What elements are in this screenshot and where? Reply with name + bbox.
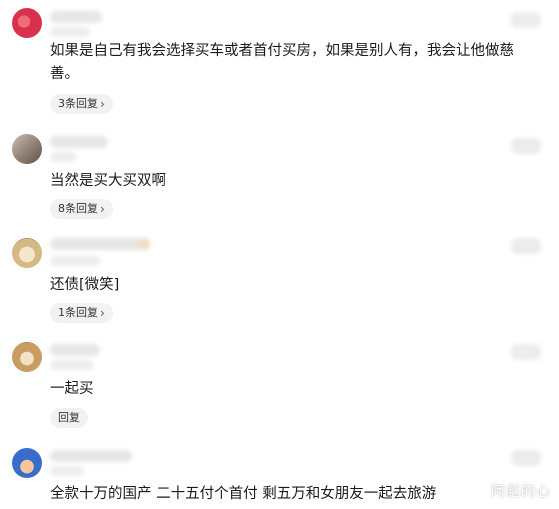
username-blurred[interactable] <box>50 238 150 250</box>
reply-button[interactable]: 回复 <box>50 408 88 428</box>
username-blurred[interactable] <box>50 344 100 356</box>
comment-meta-blurred <box>50 360 94 370</box>
avatar[interactable] <box>12 8 42 38</box>
username-blurred[interactable] <box>50 11 102 23</box>
comment-text: 还债[微笑] <box>50 277 120 293</box>
comment-text: 如果是自己有我会选择买车或者首付买房，如果是别人有，我会让他做慈善。 <box>50 43 514 82</box>
comment-meta-blurred <box>50 152 76 162</box>
comment-meta-blurred <box>50 466 84 476</box>
avatar[interactable] <box>12 134 42 164</box>
like-button-blurred[interactable] <box>511 238 541 254</box>
comment-meta-blurred <box>50 256 100 266</box>
watermark: 阿彪的心 <box>491 484 551 500</box>
like-button-blurred[interactable] <box>511 138 541 154</box>
like-button-blurred[interactable] <box>511 12 541 28</box>
chevron-right-icon: › <box>100 306 105 320</box>
avatar[interactable] <box>12 238 42 268</box>
reply-label: 回复 <box>58 411 80 424</box>
username-blurred[interactable] <box>50 450 132 462</box>
view-replies-button[interactable]: 8条回复 › <box>50 199 113 219</box>
avatar[interactable] <box>12 342 42 372</box>
chevron-right-icon: › <box>100 202 105 216</box>
reply-count-label: 8条回复 <box>58 202 98 215</box>
like-button-blurred[interactable] <box>511 450 541 466</box>
username-blurred[interactable] <box>50 136 108 148</box>
comment-meta-blurred <box>50 27 90 37</box>
reply-count-label: 3条回复 <box>58 97 98 110</box>
reply-count-label: 1条回复 <box>58 306 98 319</box>
view-replies-button[interactable]: 3条回复 › <box>50 94 113 114</box>
like-button-blurred[interactable] <box>511 344 541 360</box>
comment-text: 一起买 <box>50 381 94 397</box>
comment-text: 当然是买大买双啊 <box>50 173 166 189</box>
chevron-right-icon: › <box>100 97 105 111</box>
avatar[interactable] <box>12 448 42 478</box>
view-replies-button[interactable]: 1条回复 › <box>50 303 113 323</box>
comment-text: 全款十万的国产 二十五付个首付 剩五万和女朋友一起去旅游 <box>50 486 437 502</box>
